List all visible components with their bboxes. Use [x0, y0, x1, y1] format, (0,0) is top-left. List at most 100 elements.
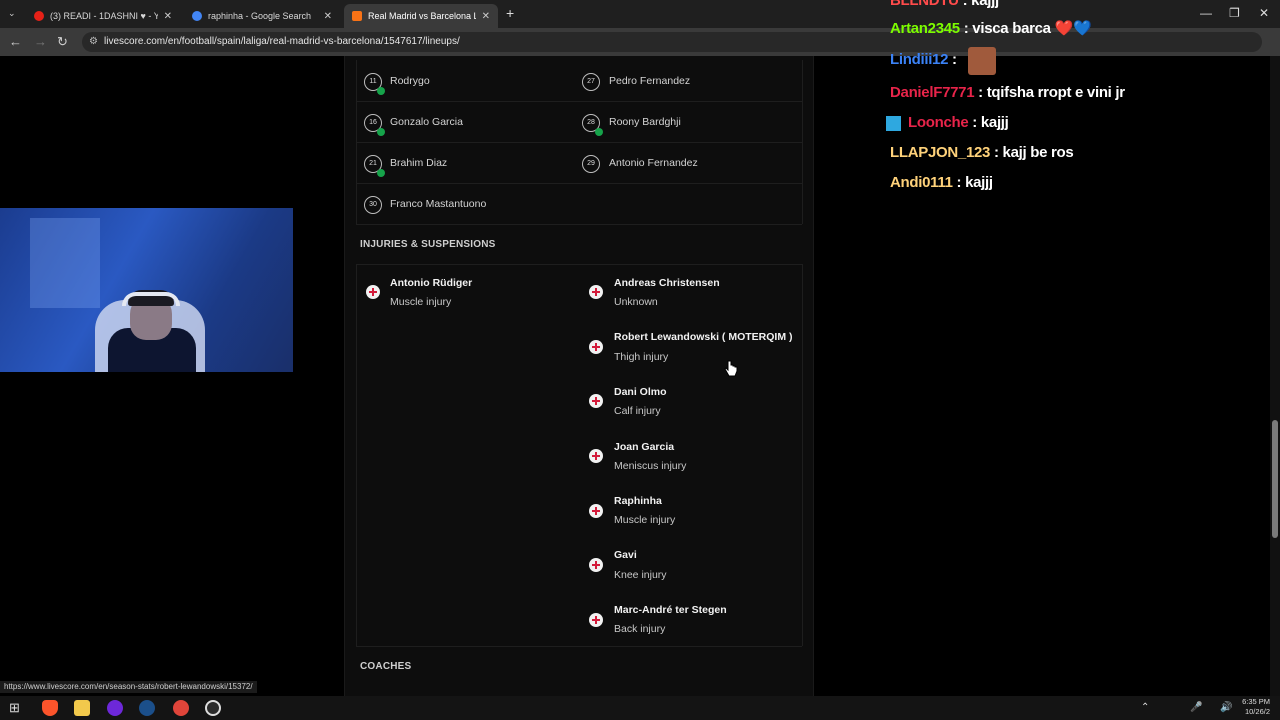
forward-icon[interactable]: →	[34, 34, 47, 49]
player-name-link[interactable]: Franco Mastantuono	[390, 198, 486, 210]
player-name-link[interactable]: Rodrygo	[390, 75, 430, 87]
tab-title: Real Madrid vs Barcelona Live Score	[368, 11, 476, 21]
injury-icon	[589, 613, 603, 627]
chat-separator: :	[972, 114, 981, 131]
shirt-number-badge: 29	[582, 155, 600, 173]
chat-message: Artan2345 : visca barca ❤️💙	[890, 19, 1092, 37]
panel-right-border	[802, 60, 803, 224]
panel-left-border	[356, 264, 357, 646]
clock-date: 10/26/2	[1244, 707, 1270, 716]
windows-start-icon[interactable]: ⊞	[9, 700, 20, 716]
tab-livescore[interactable]: Real Madrid vs Barcelona Live Score ✕	[344, 4, 498, 28]
chat-separator: :	[962, 0, 972, 9]
injury-reason: Muscle injury	[390, 296, 452, 308]
clock-time: 6:35 PM	[1242, 697, 1270, 706]
maximize-icon[interactable]: ❐	[1229, 6, 1240, 20]
chat-text: kajj be ros	[1002, 144, 1074, 161]
row-divider	[356, 101, 802, 102]
injury-icon	[589, 285, 603, 299]
chrome-alt-icon[interactable]	[107, 700, 123, 716]
close-icon[interactable]: ✕	[324, 11, 332, 22]
chat-text: kajjj	[965, 174, 993, 191]
chat-separator: :	[963, 20, 973, 37]
sub-in-arrow-icon	[377, 128, 385, 136]
back-icon[interactable]: ←	[9, 34, 22, 49]
chat-message: Lindiii12 :	[890, 47, 996, 75]
tab-youtube[interactable]: (3) READI - 1DASHNI ♥ - YouTube ✕	[26, 4, 180, 28]
chat-separator: :	[952, 51, 957, 68]
chat-message: Loonche : kajjj	[886, 114, 1009, 131]
row-divider	[356, 142, 802, 143]
url-text: livescore.com/en/football/spain/laliga/r…	[104, 36, 460, 47]
chat-text: kajjj	[971, 0, 999, 9]
injured-player-name[interactable]: Joan Garcia	[614, 441, 674, 453]
tab-search-dropdown-icon[interactable]: ⌄	[8, 8, 16, 19]
chat-message: LLAPJON_123 : kajj be ros	[890, 144, 1074, 161]
emote-icon	[968, 47, 996, 75]
injured-player-name[interactable]: Antonio Rüdiger	[390, 277, 472, 289]
sub-in-arrow-icon	[377, 169, 385, 177]
injured-player-name[interactable]: Robert Lewandowski ( MOTERQIM )	[614, 331, 793, 343]
tab-title: (3) READI - 1DASHNI ♥ - YouTube	[50, 11, 158, 21]
chat-separator: :	[956, 174, 966, 191]
tab-title: raphinha - Google Search	[208, 11, 312, 21]
close-window-icon[interactable]: ✕	[1259, 6, 1269, 20]
row-divider	[356, 183, 802, 184]
chrome-icon[interactable]	[173, 700, 189, 716]
chat-username: Lindiii12	[890, 51, 949, 68]
injured-player-name[interactable]: Gavi	[614, 549, 637, 561]
injury-reason: Meniscus injury	[614, 460, 687, 472]
player-name-link[interactable]: Antonio Fernandez	[609, 157, 698, 169]
scrollbar-track[interactable]	[1270, 56, 1280, 696]
network-icon[interactable]: 🎤	[1190, 702, 1202, 713]
livescore-page	[0, 56, 1280, 696]
chat-message: BLLNDTU : kajjj	[890, 0, 999, 9]
player-name-link[interactable]: Pedro Fernandez	[609, 75, 690, 87]
scrollbar-thumb[interactable]	[1272, 420, 1278, 538]
injury-reason: Thigh injury	[614, 351, 669, 363]
chat-username: BLLNDTU	[890, 0, 959, 9]
injury-icon	[589, 394, 603, 408]
injury-reason: Back injury	[614, 623, 666, 635]
minimize-icon[interactable]: —	[1200, 6, 1212, 20]
lineups-panel	[344, 56, 814, 696]
headphones	[122, 292, 180, 306]
injured-player-name[interactable]: Marc-André ter Stegen	[614, 604, 727, 616]
taskbar-clock[interactable]: 6:35 PM 10/26/2	[1236, 697, 1270, 717]
row-divider	[356, 646, 802, 647]
injury-icon	[589, 340, 603, 354]
row-divider	[356, 224, 802, 225]
injured-player-name[interactable]: Andreas Christensen	[614, 277, 720, 289]
close-icon[interactable]: ✕	[164, 11, 172, 22]
room-window	[30, 218, 100, 308]
chat-separator: :	[978, 84, 987, 101]
injury-icon	[589, 449, 603, 463]
reload-icon[interactable]: ↻	[57, 34, 68, 50]
steam-icon[interactable]	[139, 700, 155, 716]
new-tab-icon[interactable]: +	[506, 5, 514, 21]
obs-icon[interactable]	[205, 700, 221, 716]
chat-text: tqifsha rropt e vini jr	[986, 84, 1125, 101]
chat-username: Loonche	[908, 114, 969, 131]
chat-message: Andi0111 : kajjj	[890, 174, 993, 191]
injured-player-name[interactable]: Dani Olmo	[614, 386, 667, 398]
chat-username: DanielF7771	[890, 84, 975, 101]
injured-player-name[interactable]: Raphinha	[614, 495, 662, 507]
brave-icon[interactable]	[42, 700, 58, 716]
youtube-icon	[34, 11, 44, 21]
injury-icon	[589, 504, 603, 518]
volume-icon[interactable]: 🔊	[1220, 702, 1232, 713]
shirt-number-badge: 30	[364, 196, 382, 214]
site-info-icon[interactable]: ⚙	[89, 32, 98, 52]
coaches-section-title: COACHES	[360, 661, 412, 672]
close-icon[interactable]: ✕	[482, 11, 490, 22]
player-name-link[interactable]: Brahim Diaz	[390, 157, 447, 169]
injury-reason: Calf injury	[614, 405, 661, 417]
tab-google-search[interactable]: raphinha - Google Search ✕	[184, 4, 340, 28]
player-name-link[interactable]: Gonzalo Garcia	[390, 116, 463, 128]
show-hidden-icons[interactable]: ⌃	[1141, 702, 1149, 713]
injury-reason: Knee injury	[614, 569, 667, 581]
player-name-link[interactable]: Roony Bardghji	[609, 116, 681, 128]
file-explorer-icon[interactable]	[74, 700, 90, 716]
injuries-section-title: INJURIES & SUSPENSIONS	[360, 239, 496, 250]
